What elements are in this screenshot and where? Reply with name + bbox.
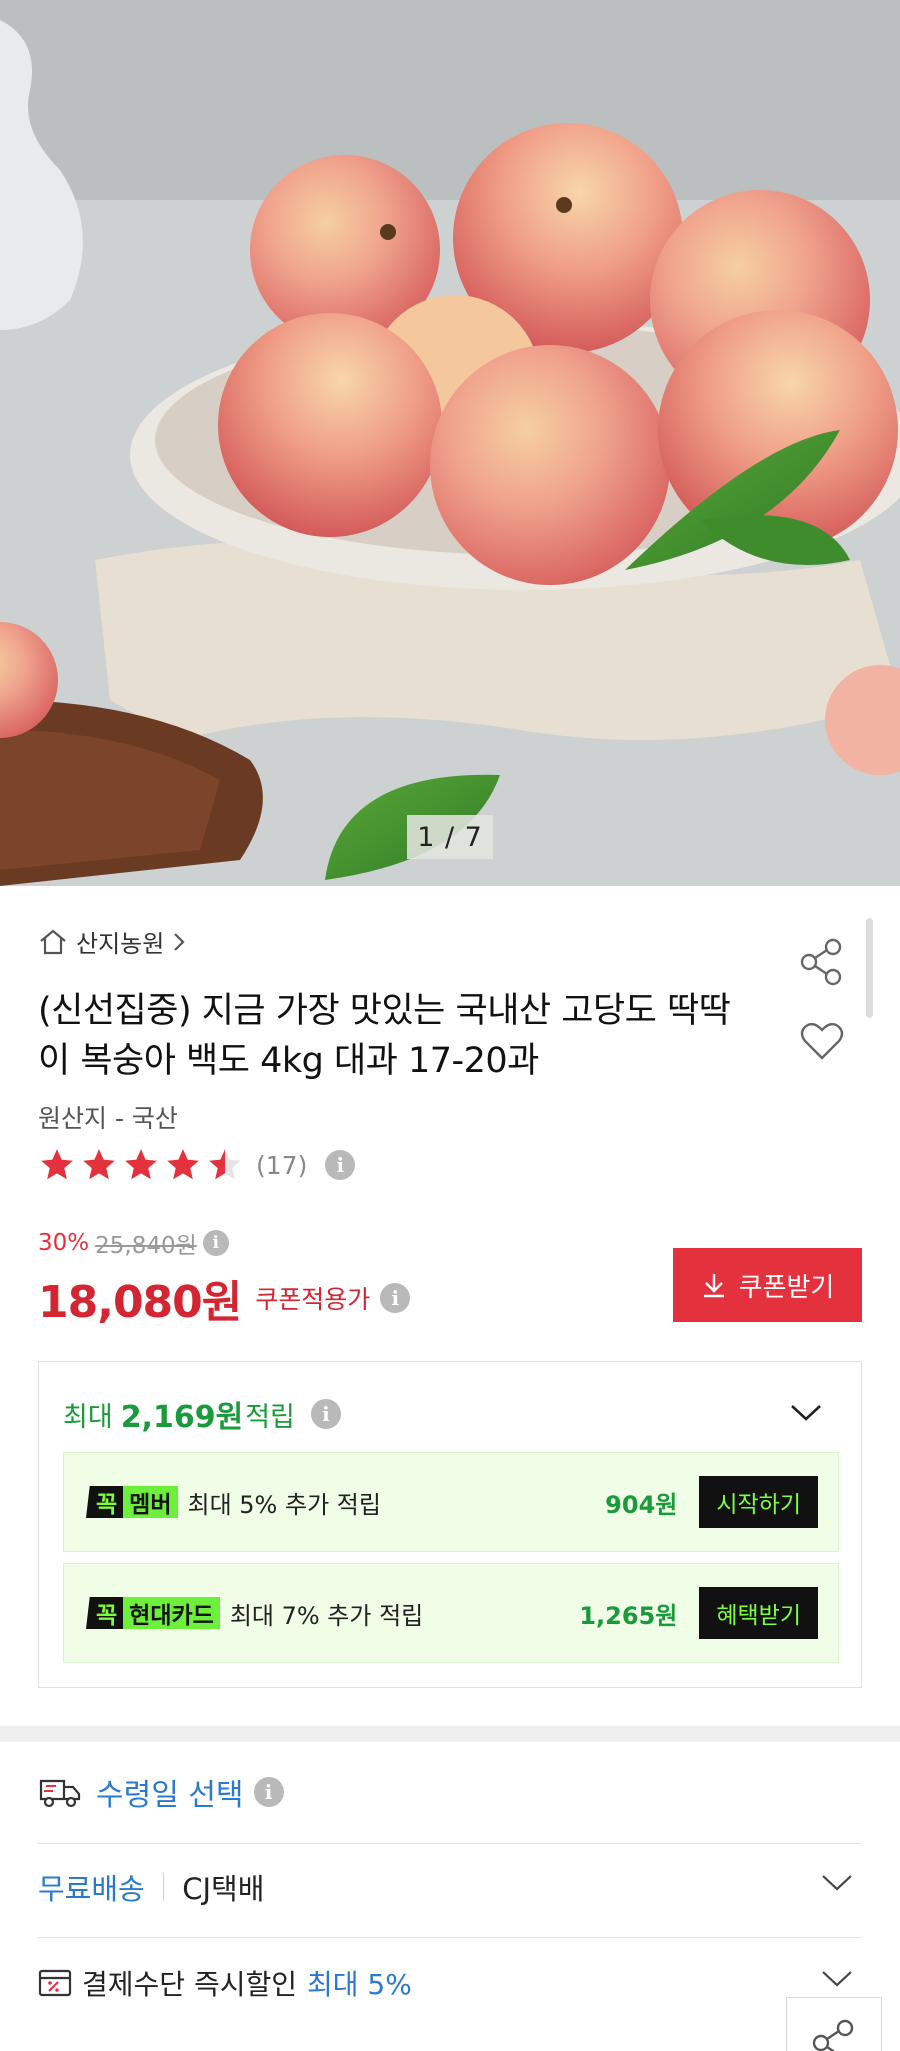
hyundai-card-badge: 꼭 현대카드 bbox=[86, 1597, 220, 1629]
product-origin: 원산지 - 국산 bbox=[38, 1104, 178, 1133]
benefit-row-hyundai-card: 꼭 현대카드 최대 7% 추가 적립 1,265원 혜택받기 bbox=[63, 1563, 839, 1663]
scrollbar-thumb[interactable] bbox=[866, 918, 873, 1018]
benefit-text: 최대 7% 추가 적립 bbox=[229, 1601, 424, 1630]
rewards-suffix: 적립 bbox=[245, 1401, 295, 1433]
star-icon bbox=[83, 1149, 115, 1180]
store-link[interactable]: 산지농원 bbox=[38, 924, 186, 959]
info-icon[interactable]: i bbox=[202, 1230, 229, 1256]
chevron-right-icon bbox=[172, 931, 186, 953]
payment-discount-highlight: 최대 5% bbox=[306, 1968, 412, 2001]
payment-discount-label: 결제수단 즉시할인 bbox=[82, 1968, 297, 2001]
start-button[interactable]: 시작하기 bbox=[699, 1476, 818, 1528]
rewards-summary[interactable]: 최대 2,169원 적립 i bbox=[63, 1392, 341, 1436]
card-discount-icon bbox=[38, 1969, 72, 1997]
coupon-applied-label: 쿠폰적용가 bbox=[255, 1285, 371, 1314]
heart-icon bbox=[800, 1022, 844, 1060]
info-icon[interactable]: i bbox=[380, 1283, 411, 1313]
section-divider bbox=[0, 1726, 900, 1742]
get-benefit-button[interactable]: 혜택받기 bbox=[699, 1587, 818, 1639]
discount-rate: 30% bbox=[38, 1230, 90, 1256]
store-name: 산지농원 bbox=[76, 930, 165, 958]
rewards-amount: 2,169원 bbox=[120, 1400, 244, 1435]
price-block: 30% 25,840원 i 18,080원 쿠폰적용가 i bbox=[38, 1226, 411, 1330]
benefit-text: 최대 5% 추가 적립 bbox=[187, 1490, 381, 1519]
carrier-label: CJ택배 bbox=[182, 1872, 265, 1906]
product-title: (신선집중) 지금 가장 맛있는 국내산 고당도 딱딱이 복숭아 백도 4kg … bbox=[38, 991, 731, 1081]
delivery-date-select[interactable]: 수령일 선택 i bbox=[38, 1767, 862, 1817]
benefit-amount: 1,265원 bbox=[579, 1601, 678, 1630]
badge-mark: 꼭 bbox=[86, 1486, 124, 1518]
chevron-down-icon bbox=[791, 1405, 821, 1421]
download-icon bbox=[703, 1274, 724, 1298]
chevron-down-icon bbox=[822, 1875, 852, 1891]
share-icon bbox=[812, 2019, 854, 2051]
image-page-counter: 1 / 7 bbox=[407, 815, 493, 859]
star-icon bbox=[125, 1149, 157, 1180]
home-icon bbox=[38, 928, 68, 956]
original-price: 25,840원 bbox=[95, 1233, 197, 1259]
divider bbox=[162, 1873, 165, 1901]
badge-name: 현대카드 bbox=[123, 1597, 220, 1629]
sale-price: 18,080원 bbox=[38, 1277, 242, 1328]
star-icon bbox=[167, 1149, 199, 1180]
free-shipping-label: 무료배송 bbox=[38, 1872, 145, 1906]
shipping-row[interactable]: 무료배송 CJ택배 bbox=[38, 1862, 862, 1912]
benefit-row-member: 꼭 멤버 최대 5% 추가 적립 904원 시작하기 bbox=[63, 1452, 839, 1552]
info-icon[interactable]: i bbox=[310, 1399, 341, 1429]
peach-photo bbox=[0, 20, 900, 886]
rating-row[interactable]: (17) i bbox=[38, 1146, 356, 1184]
share-button[interactable] bbox=[797, 937, 847, 987]
divider bbox=[38, 1843, 862, 1844]
payment-discount-row[interactable]: 결제수단 즉시할인 최대 5% bbox=[38, 1958, 862, 2008]
rewards-panel: 최대 2,169원 적립 i 꼭 멤버 최대 5% 추가 적립 904원 시작하… bbox=[38, 1361, 862, 1688]
review-count[interactable]: (17) bbox=[256, 1151, 307, 1180]
star-icon-half bbox=[209, 1149, 241, 1180]
product-image-carousel[interactable]: 1 / 7 bbox=[0, 0, 900, 886]
coupon-button-label: 쿠폰받기 bbox=[738, 1272, 835, 1303]
member-badge: 꼭 멤버 bbox=[86, 1486, 178, 1518]
delivery-date-label: 수령일 선택 bbox=[96, 1778, 244, 1813]
chevron-down-icon bbox=[822, 1971, 852, 1987]
truck-icon bbox=[39, 1779, 81, 1808]
badge-name: 멤버 bbox=[123, 1486, 178, 1518]
coupon-download-button[interactable]: 쿠폰받기 bbox=[673, 1248, 862, 1322]
info-icon[interactable]: i bbox=[253, 1777, 284, 1807]
share-icon bbox=[800, 938, 842, 986]
floating-share-button[interactable] bbox=[786, 1997, 882, 2051]
badge-mark: 꼭 bbox=[86, 1597, 124, 1629]
like-button[interactable] bbox=[799, 1018, 845, 1064]
info-icon[interactable]: i bbox=[325, 1150, 356, 1180]
rewards-toggle-button[interactable] bbox=[789, 1402, 823, 1426]
star-icon bbox=[41, 1149, 73, 1180]
benefit-amount: 904원 bbox=[605, 1490, 678, 1519]
rewards-prefix: 최대 bbox=[63, 1401, 113, 1433]
divider bbox=[38, 1937, 862, 1938]
